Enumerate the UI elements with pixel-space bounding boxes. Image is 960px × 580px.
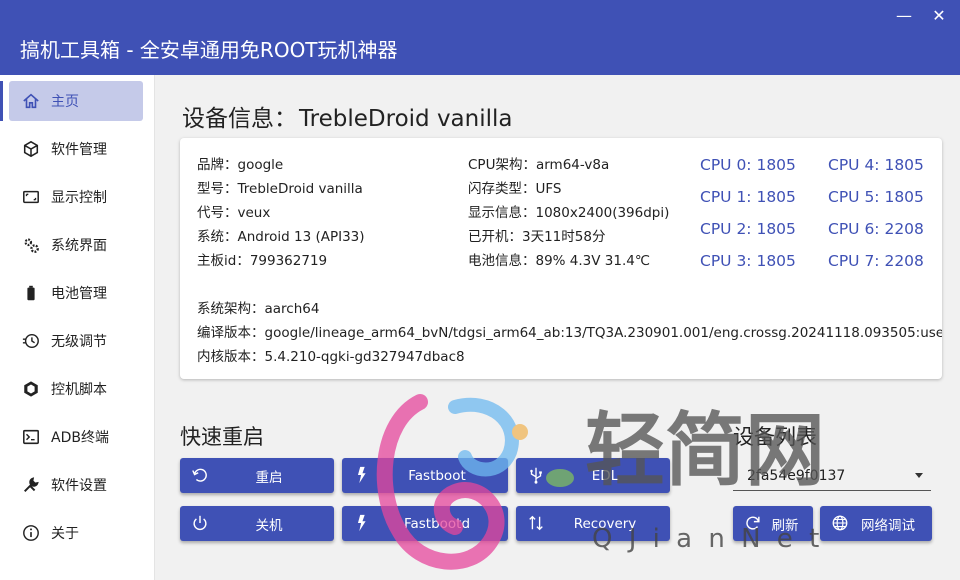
minimize-button[interactable]: — [896,6,912,26]
lightning-icon [357,514,366,532]
network-debug-button[interactable]: 网络调试 [820,506,932,541]
globe-icon [832,515,848,531]
main-content: 设备信息：TrebleDroid vanilla 品牌：google 型号：Tr… [155,75,960,580]
sidebar-item-stepless[interactable]: 无级调节 [9,321,143,361]
home-icon [21,91,41,111]
page-title-prefix: 设备信息： [182,106,297,132]
terminal-icon [21,427,41,447]
power-icon [193,515,207,531]
sidebar-item-label: ADB终端 [51,430,109,446]
timer-icon [21,331,41,351]
info-system: 系统：Android 13 (API33) [197,229,365,245]
active-indicator [0,81,3,121]
sidebar-item-software[interactable]: 软件管理 [9,129,143,169]
sidebar-item-label: 电池管理 [51,286,107,302]
cpu-freq: CPU 1: 1805 [700,188,796,206]
edl-button[interactable]: EDL [516,458,670,493]
quick-reboot-title: 快速重启 [180,425,264,449]
sidebar-item-label: 软件管理 [51,142,107,158]
sidebar-item-label: 系统界面 [51,238,107,254]
cpu-freq: CPU 3: 1805 [700,252,796,270]
sidebar-item-battery[interactable]: 电池管理 [9,273,143,313]
info-board-id: 主板id：799362719 [197,253,328,269]
updown-arrows-icon [529,515,543,531]
battery-icon [21,283,41,303]
info-codename: 代号：veux [197,205,271,221]
cpu-freq: CPU 5: 1805 [828,188,924,206]
title-bar: — ✕ 搞机工具箱 - 全安卓通用免ROOT玩机神器 [0,0,960,75]
cube-icon [21,139,41,159]
fastbootd-button[interactable]: Fastbootd [342,506,508,541]
info-kernel-version: 内核版本：5.4.210-qgki-gd327947dbac8 [197,349,465,365]
sidebar-item-label: 无级调节 [51,334,107,350]
sidebar-item-label: 显示控制 [51,190,107,206]
device-name: TrebleDroid vanilla [299,106,513,132]
device-list-title: 设备列表 [733,425,817,449]
info-cpu-arch: CPU架构：arm64-v8a [468,157,610,173]
info-storage-type: 闪存类型：UFS [468,181,562,197]
cpu-freq: CPU 2: 1805 [700,220,796,238]
sidebar-item-label: 控机脚本 [51,382,107,398]
cpu-freq: CPU 6: 2208 [828,220,924,238]
sidebar-item-system-ui[interactable]: 系统界面 [9,225,143,265]
refresh-button[interactable]: 刷新 [733,506,813,541]
reboot-button[interactable]: 重启 [180,458,334,493]
sidebar-item-adb-terminal[interactable]: ADB终端 [9,417,143,457]
info-uptime: 已开机：3天11时58分 [468,229,606,245]
sidebar-item-script[interactable]: 控机脚本 [9,369,143,409]
hexagon-icon [21,379,41,399]
info-brand: 品牌：google [197,157,284,173]
cpu-freq: CPU 4: 1805 [828,156,924,174]
sidebar-item-label: 软件设置 [51,478,107,494]
device-select[interactable]: 2fa54e9f0137 [733,461,931,491]
fastboot-button[interactable]: Fastboot [342,458,508,493]
info-icon [21,523,41,543]
restart-icon [192,468,207,482]
sidebar-item-settings[interactable]: 软件设置 [9,465,143,505]
app-title: 搞机工具箱 - 全安卓通用免ROOT玩机神器 [20,38,398,62]
sidebar-item-home[interactable]: 主页 [9,81,143,121]
recovery-button[interactable]: Recovery [516,506,670,541]
info-model: 型号：TrebleDroid vanilla [197,181,363,197]
info-system-arch: 系统架构：aarch64 [197,301,320,317]
usb-icon [530,467,542,484]
sidebar: 主页 软件管理 显示控制 系统界面 电池管理 无级调节 控机脚本 ADB终端 软… [0,75,155,580]
sidebar-item-label: 关于 [51,526,79,542]
info-battery: 电池信息：89% 4.3V 31.4℃ [468,253,651,269]
refresh-icon [746,516,760,530]
lightning-icon [357,466,366,484]
chevron-down-icon [915,473,923,478]
sidebar-item-about[interactable]: 关于 [9,513,143,553]
cpu-freq: CPU 0: 1805 [700,156,796,174]
tools-icon [21,475,41,495]
device-select-value: 2fa54e9f0137 [747,467,846,484]
page-title: 设备信息：TrebleDroid vanilla [180,99,513,133]
close-button[interactable]: ✕ [932,6,946,26]
power-off-button[interactable]: 关机 [180,506,334,541]
info-build-version: 编译版本：google/lineage_arm64_bvN/tdgsi_arm6… [197,325,942,341]
device-info-card: 品牌：google 型号：TrebleDroid vanilla 代号：veux… [180,138,942,379]
window-controls: — ✕ [896,6,946,26]
gears-icon [21,235,41,255]
display-frame-icon [21,187,41,207]
info-display: 显示信息：1080x2400(396dpi) [468,205,670,221]
cpu-freq: CPU 7: 2208 [828,252,924,270]
sidebar-item-display[interactable]: 显示控制 [9,177,143,217]
sidebar-item-label: 主页 [51,94,79,110]
